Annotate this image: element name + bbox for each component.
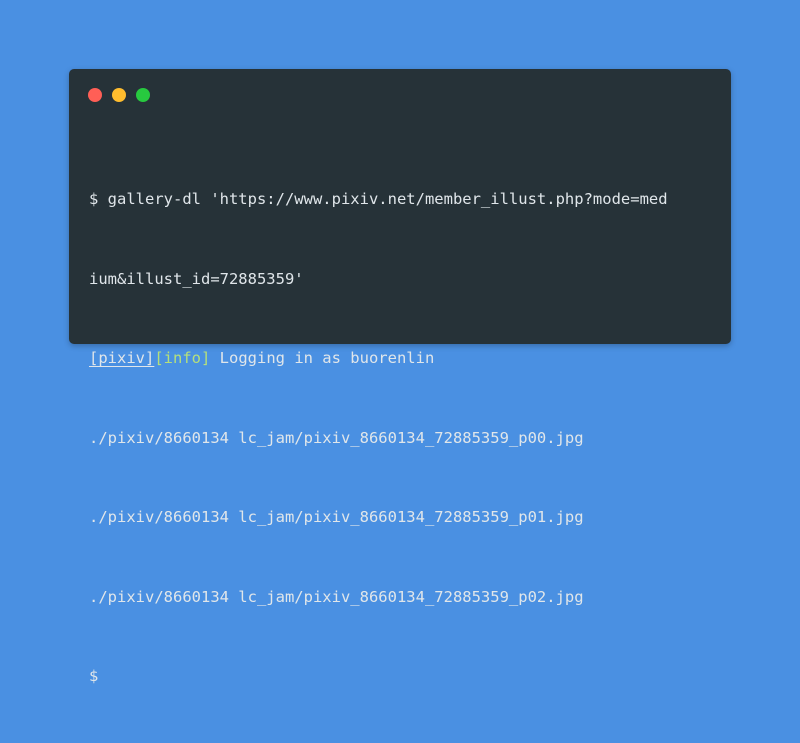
output-line: ./pixiv/8660134 lc_jam/pixiv_8660134_728… [89, 508, 584, 526]
close-button[interactable] [88, 88, 102, 102]
log-message: Logging in as buorenlin [210, 349, 435, 367]
window-controls [88, 88, 150, 102]
shell-prompt: $ [89, 667, 99, 685]
log-line: [pixiv][info] Logging in as buorenlin [89, 345, 719, 372]
output-line: ./pixiv/8660134 lc_jam/pixiv_8660134_728… [89, 428, 584, 447]
command-line: $ gallery-dl 'https://www.pixiv.net/memb… [89, 190, 668, 208]
output-line: ./pixiv/8660134 lc_jam/pixiv_8660134_728… [89, 587, 584, 606]
log-tag-info: [info] [154, 349, 211, 367]
terminal-output[interactable]: $ gallery-dl 'https://www.pixiv.net/memb… [89, 133, 719, 743]
command-line-continued: ium&illust_id=72885359' [89, 269, 304, 288]
log-tag-pixiv: [pixiv] [89, 349, 155, 367]
maximize-button[interactable] [136, 88, 150, 102]
terminal-window: $ gallery-dl 'https://www.pixiv.net/memb… [69, 69, 731, 685]
minimize-button[interactable] [112, 88, 126, 102]
